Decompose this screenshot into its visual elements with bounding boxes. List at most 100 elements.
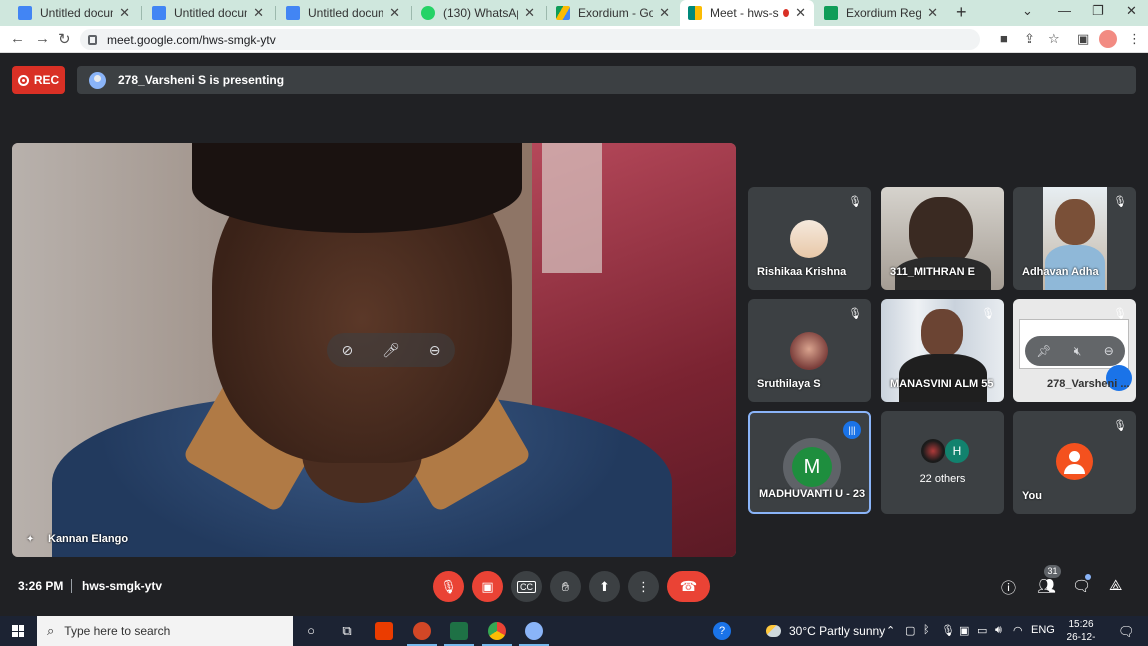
tile-hover-controls: ⊘ 🎤︎ ⊖ xyxy=(327,333,455,367)
tab-docs-3[interactable]: Untitled document - G ✕ xyxy=(278,0,408,26)
help-icon[interactable]: ? xyxy=(713,622,731,640)
tab-drive[interactable]: Exordium - Google D ✕ xyxy=(548,0,678,26)
camera-tray-icon[interactable]: ▣ xyxy=(959,624,969,637)
browser-menu-icon[interactable]: ⋮ xyxy=(1128,31,1141,47)
mute-icon[interactable]: 🔇︎ xyxy=(1074,344,1082,359)
leave-call-button[interactable]: ☎ xyxy=(667,571,710,602)
whatsapp-icon xyxy=(421,6,435,20)
tab-divider xyxy=(546,6,547,20)
camera-off-icon: ▣ xyxy=(481,578,494,594)
side-panel-icon[interactable]: ▣ xyxy=(1077,31,1089,47)
windows-start-icon[interactable] xyxy=(12,625,24,637)
participant-tile-mithran[interactable]: 311_MITHRAN E xyxy=(881,187,1004,290)
mic-icon[interactable]: 🎤︎ xyxy=(382,342,400,359)
paint-icon[interactable] xyxy=(525,622,543,640)
restore-icon[interactable]: ❐ xyxy=(1092,3,1104,19)
meet-tray-icon[interactable]: ▢ xyxy=(905,624,915,637)
tray-overflow-icon[interactable]: ⌃ xyxy=(886,624,895,637)
participant-tile-adhavan[interactable]: 🎙︎ Adhavan Adha xyxy=(1013,187,1136,290)
browser-toolbar: ← → ↻ meet.google.com/hws-smgk-ytv ■ ⇪ ☆… xyxy=(0,26,1148,53)
close-icon[interactable]: ✕ xyxy=(253,5,264,21)
mic-toggle-button[interactable]: 🎙︎ xyxy=(433,571,464,602)
screen: Untitled document - G ✕ Untitled documen… xyxy=(0,0,1148,646)
excel-icon[interactable] xyxy=(450,622,468,640)
divider xyxy=(71,579,72,593)
task-view-icon[interactable]: ⧉ xyxy=(338,623,356,639)
participant-tile-sruthilaya[interactable]: 🎙︎ Sruthilaya S xyxy=(748,299,871,402)
more-options-button[interactable]: ⋮ xyxy=(628,571,659,602)
camera-indicator-icon[interactable]: ■ xyxy=(1000,31,1008,46)
taskbar-search-input[interactable]: ⌕ Type here to search xyxy=(37,616,293,646)
camera-toggle-button[interactable]: ▣ xyxy=(472,571,503,602)
office-icon[interactable] xyxy=(375,622,393,640)
browser-tab-strip: Untitled document - G ✕ Untitled documen… xyxy=(0,0,1148,26)
participant-tile-you[interactable]: 🎙︎ You xyxy=(1013,411,1136,514)
chrome-icon[interactable] xyxy=(488,622,506,640)
tab-sheets[interactable]: Exordium Registration ✕ xyxy=(816,0,946,26)
pin-icon[interactable]: ⊘ xyxy=(341,342,353,359)
mic-off-icon: 🎙︎ xyxy=(1113,420,1127,432)
share-icon[interactable]: ⇪ xyxy=(1024,31,1035,47)
tab-docs-2[interactable]: Untitled document - G ✕ xyxy=(144,0,272,26)
powerpoint-icon[interactable] xyxy=(413,622,431,640)
mic-off-icon: 🎙︎ xyxy=(848,308,862,320)
chat-icon: 🗨︎ xyxy=(1072,578,1092,595)
tab-whatsapp[interactable]: (130) WhatsApp ✕ xyxy=(413,0,543,26)
captions-button[interactable]: CC xyxy=(511,571,542,602)
profile-avatar[interactable] xyxy=(1099,30,1117,48)
people-button[interactable]: 👥︎ xyxy=(1037,577,1056,595)
tab-docs-1[interactable]: Untitled document - G ✕ xyxy=(10,0,138,26)
bookmark-star-icon[interactable]: ☆ xyxy=(1048,31,1060,47)
presenting-banner: 278_Varsheni S is presenting xyxy=(77,66,1136,94)
meeting-info-button[interactable]: ⓘ xyxy=(1001,577,1016,598)
close-icon[interactable]: ✕ xyxy=(659,5,670,21)
close-icon[interactable]: ✕ xyxy=(119,5,130,21)
remove-icon[interactable]: ⊖ xyxy=(1104,344,1114,358)
sheets-icon xyxy=(824,6,838,20)
mic-off-icon: 🎙︎ xyxy=(981,308,995,320)
weather-widget[interactable]: 30°C Partly sunny xyxy=(766,624,885,638)
main-speaker-video[interactable]: ⊘ 🎤︎ ⊖ ✦ Kannan Elango xyxy=(12,143,736,557)
volume-icon[interactable]: 🔊︎ xyxy=(995,624,1002,637)
participant-tile-rishikaa[interactable]: 🎙︎ Rishikaa Krishna xyxy=(748,187,871,290)
remove-icon[interactable]: ⊖ xyxy=(429,342,441,359)
reload-icon[interactable]: ↻ xyxy=(58,30,71,48)
window-close-icon[interactable]: ✕ xyxy=(1126,3,1137,19)
close-icon[interactable]: ✕ xyxy=(795,5,806,21)
wifi-icon[interactable]: ◠ xyxy=(1013,624,1023,637)
recording-badge[interactable]: REC xyxy=(12,66,65,94)
forward-arrow-icon[interactable]: → xyxy=(35,30,50,47)
presenter-avatar-icon xyxy=(89,71,106,89)
language-indicator[interactable]: ENG xyxy=(1031,624,1055,636)
taskbar-clock[interactable]: 15:26 26-12-2021 xyxy=(1058,618,1104,646)
tab-search-chevron-icon[interactable]: ⌄ xyxy=(1022,3,1033,19)
cortana-icon[interactable]: ○ xyxy=(302,623,320,639)
participant-tile-manasvini[interactable]: 🎙︎ MANASVINI ALM 55 xyxy=(881,299,1004,402)
participant-tile-others[interactable]: H 22 others xyxy=(881,411,1004,514)
battery-icon[interactable]: ▭ xyxy=(977,624,987,637)
participant-tile-varsheni-presentation[interactable]: 📌︎ 🔇︎ ⊖ 🎙︎ 278_Varsheni ... xyxy=(1013,299,1136,402)
activities-button[interactable]: ⟁ xyxy=(1109,577,1122,594)
back-arrow-icon[interactable]: ← xyxy=(10,30,25,47)
close-icon[interactable]: ✕ xyxy=(927,5,938,21)
microphone-icon[interactable]: 🎙︎ xyxy=(941,624,955,637)
pin-icon[interactable]: 📌︎ xyxy=(1036,344,1051,358)
present-button[interactable]: ⬆ xyxy=(589,571,620,602)
minimize-icon[interactable]: — xyxy=(1058,3,1071,18)
meeting-time: 3:26 PM xyxy=(18,579,64,593)
avatar: H xyxy=(945,439,969,463)
address-bar[interactable]: meet.google.com/hws-smgk-ytv xyxy=(80,29,980,50)
recording-dot-icon xyxy=(783,9,790,17)
bluetooth-icon[interactable]: ᛒ xyxy=(923,624,930,636)
close-icon[interactable]: ✕ xyxy=(524,5,535,21)
raise-hand-button[interactable]: ✋︎ xyxy=(550,571,581,602)
new-tab-icon[interactable]: + xyxy=(956,2,967,23)
chat-notification-dot xyxy=(1085,574,1091,580)
meeting-code: hws-smgk-ytv xyxy=(82,579,163,593)
close-icon[interactable]: ✕ xyxy=(389,5,400,21)
notification-icon[interactable]: 🗨︎ xyxy=(1118,624,1135,640)
participant-count-badge: 31 xyxy=(1044,565,1061,578)
avatar xyxy=(1056,443,1093,480)
participant-tile-madhuvanti[interactable]: ||| M MADHUVANTI U - 23 xyxy=(748,411,871,514)
tab-meet[interactable]: Meet - hws-smgk ✕ xyxy=(680,0,814,26)
